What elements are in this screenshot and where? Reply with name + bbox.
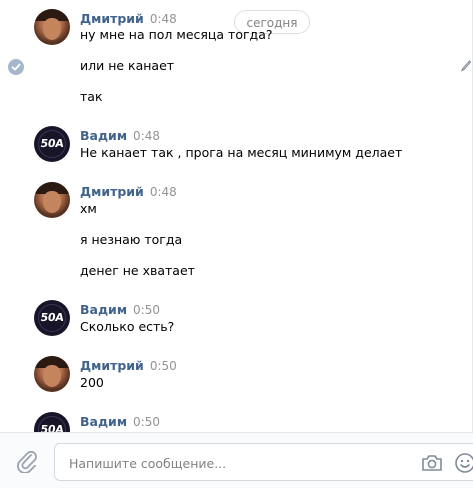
read-check-icon bbox=[8, 59, 24, 75]
message-author[interactable]: Дмитрий 0:48 bbox=[80, 11, 177, 26]
message-text: ну мне на пол месяца тогда? bbox=[80, 27, 273, 42]
message-input[interactable] bbox=[67, 453, 401, 473]
message-text: хм bbox=[80, 201, 97, 216]
avatar-logo-text: 50A bbox=[39, 423, 65, 432]
message-history: сегодня Дмитрий 0:48 ну мне на пол месяца… bbox=[0, 0, 473, 432]
avatar-vadim[interactable]: 50A bbox=[34, 412, 70, 432]
message-text: Сколько есть? bbox=[80, 319, 175, 334]
avatar-dmitry[interactable] bbox=[34, 182, 70, 218]
message-text: я незнаю тогда bbox=[80, 232, 183, 247]
message-text: или не канает bbox=[80, 58, 175, 73]
message-author[interactable]: Вадим 0:50 bbox=[80, 414, 160, 429]
message-author[interactable]: Вадим 0:50 bbox=[80, 302, 160, 317]
smile-icon[interactable] bbox=[454, 452, 473, 474]
message-time[interactable]: 0:50 bbox=[133, 303, 160, 317]
message-time[interactable]: 0:48 bbox=[150, 185, 177, 199]
message-text: Не канает так , прога на месяц минимум д… bbox=[80, 145, 403, 160]
message-author[interactable]: Дмитрий 0:48 bbox=[80, 184, 177, 199]
paperclip-icon[interactable] bbox=[16, 449, 38, 473]
message-text: 200 bbox=[80, 375, 104, 390]
message-input-box[interactable] bbox=[54, 443, 473, 481]
message-text: денег не хватает bbox=[80, 263, 195, 278]
avatar-vadim[interactable]: 50A bbox=[34, 300, 70, 336]
avatar-dmitry[interactable] bbox=[34, 9, 70, 45]
camera-icon[interactable] bbox=[421, 454, 443, 472]
message-composer bbox=[0, 432, 473, 488]
avatar-logo-text: 50A bbox=[39, 311, 65, 324]
message-time[interactable]: 0:50 bbox=[150, 359, 177, 373]
avatar-dmitry[interactable] bbox=[34, 356, 70, 392]
message-author[interactable]: Дмитрий 0:50 bbox=[80, 358, 177, 373]
message-time[interactable]: 0:50 bbox=[133, 415, 160, 429]
message-author[interactable]: Вадим 0:48 bbox=[80, 128, 160, 143]
pencil-icon[interactable] bbox=[461, 60, 471, 72]
message-time[interactable]: 0:48 bbox=[133, 129, 160, 143]
avatar-logo-text: 50A bbox=[39, 137, 65, 150]
avatar-vadim[interactable]: 50A bbox=[34, 126, 70, 162]
message-text: так bbox=[80, 89, 103, 104]
message-time[interactable]: 0:48 bbox=[150, 12, 177, 26]
